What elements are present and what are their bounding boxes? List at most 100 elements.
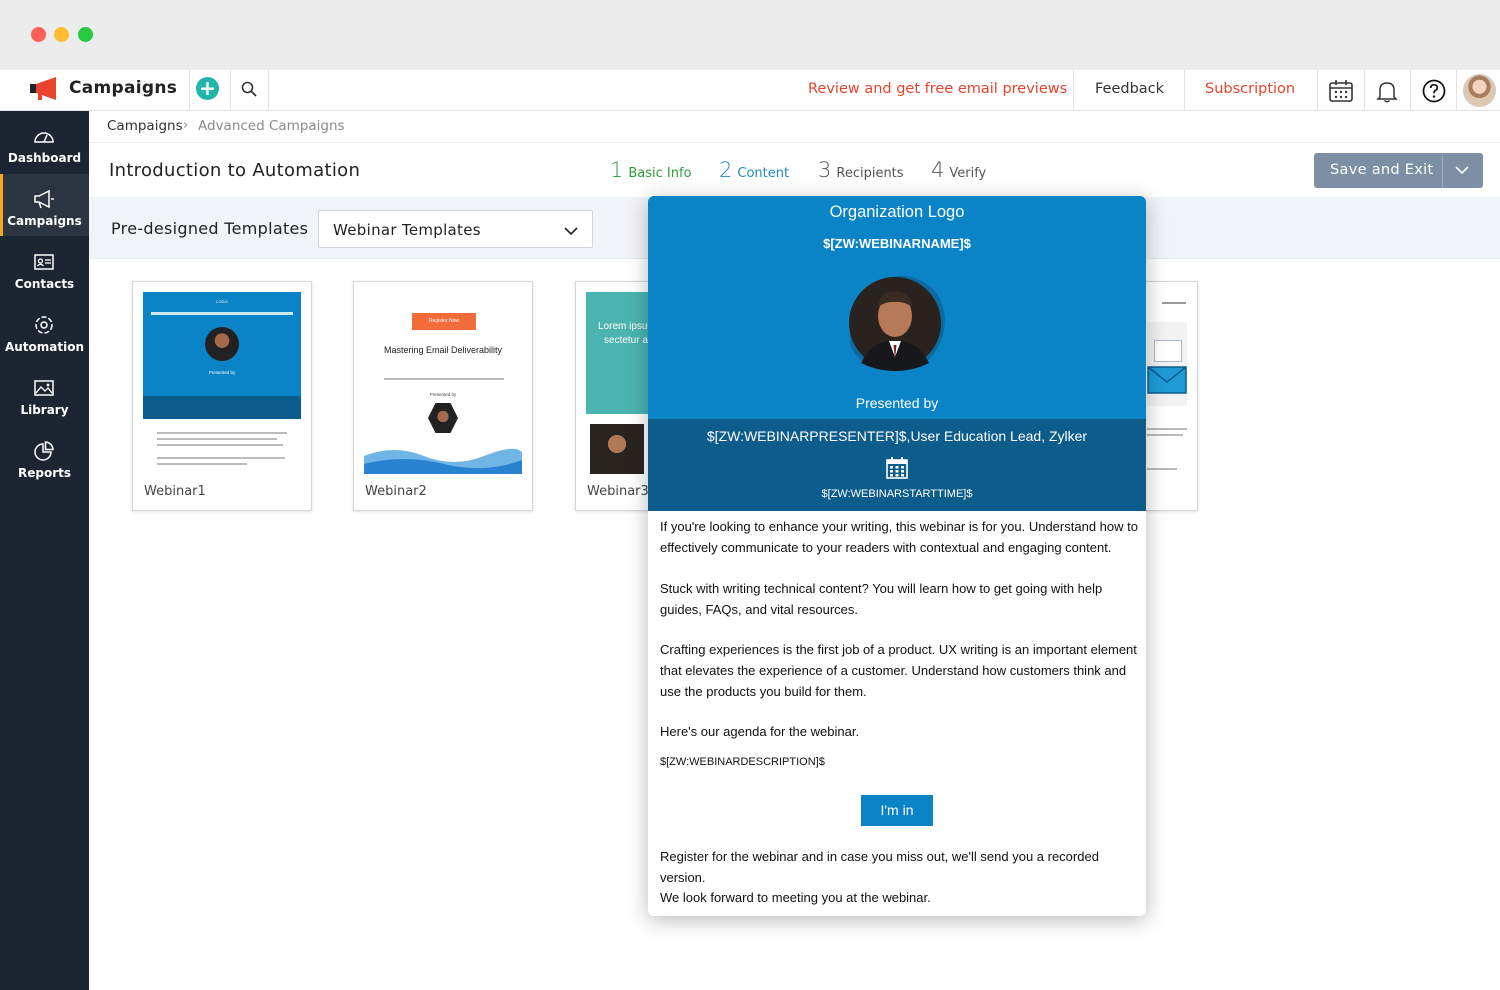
minimize-window-button[interactable] xyxy=(54,27,69,42)
divider xyxy=(1073,70,1074,111)
help-icon[interactable] xyxy=(1421,78,1447,104)
divider xyxy=(1364,70,1365,111)
divider xyxy=(268,70,269,111)
app-window: Campaigns + Review and get free email pr… xyxy=(0,0,1500,990)
thumbnail-illustration xyxy=(1154,340,1182,362)
im-in-button[interactable]: I'm in xyxy=(861,795,933,826)
feedback-link[interactable]: Feedback xyxy=(1095,81,1164,97)
sidebar-item-campaigns[interactable]: Campaigns xyxy=(0,174,89,236)
template-card-webinar1[interactable]: LOGO Presented by Webinar1 xyxy=(132,281,312,511)
automation-gear-icon xyxy=(35,316,53,334)
step-recipients[interactable]: 3 Recipients xyxy=(818,158,904,182)
thumbnail-text-line xyxy=(157,438,277,440)
thumbnail-text-line xyxy=(1147,428,1187,430)
step-verify[interactable]: 4 Verify xyxy=(931,158,986,182)
step-basic-info[interactable]: 1 Basic Info xyxy=(610,158,692,182)
template-preview-popup: Organization Logo $[ZW:WEBINARNAME]$ Pre… xyxy=(648,196,1146,916)
preview-paragraph: Here's our agenda for the webinar. xyxy=(660,724,860,739)
page-title: Introduction to Automation xyxy=(109,160,361,181)
template-category-select[interactable]: Webinar Templates xyxy=(318,210,593,248)
divider xyxy=(1410,70,1411,111)
step-label: Basic Info xyxy=(628,166,692,181)
search-icon[interactable] xyxy=(240,80,258,98)
save-and-exit-button[interactable]: Save and Exit xyxy=(1314,153,1483,188)
thumbnail-text-line xyxy=(1147,434,1183,436)
calendar-icon[interactable] xyxy=(1328,78,1354,104)
campaigns-megaphone-logo-icon xyxy=(30,77,56,100)
close-window-button[interactable] xyxy=(31,27,46,42)
megaphone-icon xyxy=(34,189,54,209)
thumbnail-presenter-photo xyxy=(205,327,239,361)
step-number: 4 xyxy=(931,158,945,182)
envelope-icon xyxy=(1147,366,1187,394)
step-number: 2 xyxy=(719,158,733,182)
preview-presented-by: Presented by xyxy=(855,395,939,411)
step-content[interactable]: 2 Content xyxy=(719,158,789,182)
preview-webinar-description: $[ZW:WEBINARDESCRIPTION]$ xyxy=(660,756,825,768)
divider xyxy=(1317,70,1318,111)
thumbnail-presented-text: Presented by xyxy=(429,392,457,397)
top-bar: Campaigns + Review and get free email pr… xyxy=(0,70,1500,111)
review-email-previews-link[interactable]: Review and get free email previews xyxy=(808,81,1067,97)
thumbnail-text-line xyxy=(151,312,293,315)
dashboard-gauge-icon xyxy=(34,132,54,143)
divider xyxy=(189,70,190,111)
sidebar-item-reports[interactable]: Reports xyxy=(0,426,89,488)
thumbnail-lorem-text: sectetur a xyxy=(604,335,648,346)
thumbnail-text-line xyxy=(157,444,283,446)
thumbnail-date-band xyxy=(143,396,301,419)
window-titlebar xyxy=(0,0,1500,70)
divider xyxy=(1184,70,1185,111)
sidebar-item-label: Campaigns xyxy=(7,214,82,228)
templates-label: Pre-designed Templates xyxy=(111,219,309,238)
template-card-webinar2[interactable]: Register Now Mastering Email Deliverabil… xyxy=(353,281,533,511)
step-label: Verify xyxy=(949,166,987,181)
sidebar-item-automation[interactable]: Automation xyxy=(0,300,89,362)
step-label: Content xyxy=(737,166,790,181)
thumbnail-presenter-photo xyxy=(428,403,458,433)
thumbnail-presented-text: Presented by xyxy=(208,370,236,375)
thumbnail-presenter-photo xyxy=(590,424,644,474)
sidebar-item-library[interactable]: Library xyxy=(0,363,89,425)
sidebar-item-label: Contacts xyxy=(14,277,75,291)
subscription-link[interactable]: Subscription xyxy=(1205,81,1295,97)
image-library-icon xyxy=(34,380,54,396)
pie-chart-icon xyxy=(34,441,54,461)
preview-header: Organization Logo $[ZW:WEBINARNAME]$ Pre… xyxy=(648,196,1146,419)
divider xyxy=(89,142,1500,143)
sidebar-item-dashboard[interactable]: Dashboard xyxy=(0,111,89,173)
create-new-button[interactable]: + xyxy=(196,77,219,100)
save-and-exit-label: Save and Exit xyxy=(1330,162,1434,178)
chevron-down-icon[interactable] xyxy=(1454,162,1470,178)
thumbnail-text-line xyxy=(1147,468,1177,470)
thumbnail-register-text: Register Now xyxy=(428,318,459,324)
preview-presenter-name: $[ZW:WEBINARPRESENTER]$,User Education L… xyxy=(706,428,1088,444)
divider xyxy=(1456,70,1457,111)
maximize-window-button[interactable] xyxy=(78,27,93,42)
preview-paragraph: Crafting experiences is the first job of… xyxy=(660,642,1137,699)
breadcrumb-root-link[interactable]: Campaigns xyxy=(107,118,183,134)
preview-organization-logo-text: Organization Logo xyxy=(829,203,965,221)
contact-card-icon xyxy=(34,254,54,270)
chevron-down-icon xyxy=(564,227,578,236)
user-avatar[interactable] xyxy=(1463,74,1496,107)
step-number: 3 xyxy=(818,158,832,182)
thumbnail-logo-text: LOGO xyxy=(216,299,228,304)
thumbnail-text-line xyxy=(384,378,504,380)
divider xyxy=(1442,153,1443,188)
notification-bell-icon[interactable] xyxy=(1374,78,1400,104)
preview-start-time: $[ZW:WEBINARSTARTTIME]$ xyxy=(821,488,973,500)
preview-paragraph: Register for the webinar and in case you… xyxy=(660,849,1099,885)
preview-webinar-name: $[ZW:WEBINARNAME]$ xyxy=(823,236,971,251)
sidebar-item-label: Library xyxy=(20,403,69,417)
thumbnail-wave-graphic xyxy=(364,448,522,474)
sidebar: Dashboard Campaigns Contacts Automation … xyxy=(0,111,89,990)
preview-presenter-band: $[ZW:WEBINARPRESENTER]$,User Education L… xyxy=(648,419,1146,511)
divider xyxy=(230,70,231,111)
preview-paragraph: If you're looking to enhance your writin… xyxy=(660,519,1138,555)
thumbnail-text-line xyxy=(157,432,287,434)
calendar-icon xyxy=(886,457,908,479)
sidebar-item-label: Reports xyxy=(17,466,71,480)
breadcrumb-chevron-icon: › xyxy=(183,118,189,133)
sidebar-item-contacts[interactable]: Contacts xyxy=(0,237,89,299)
